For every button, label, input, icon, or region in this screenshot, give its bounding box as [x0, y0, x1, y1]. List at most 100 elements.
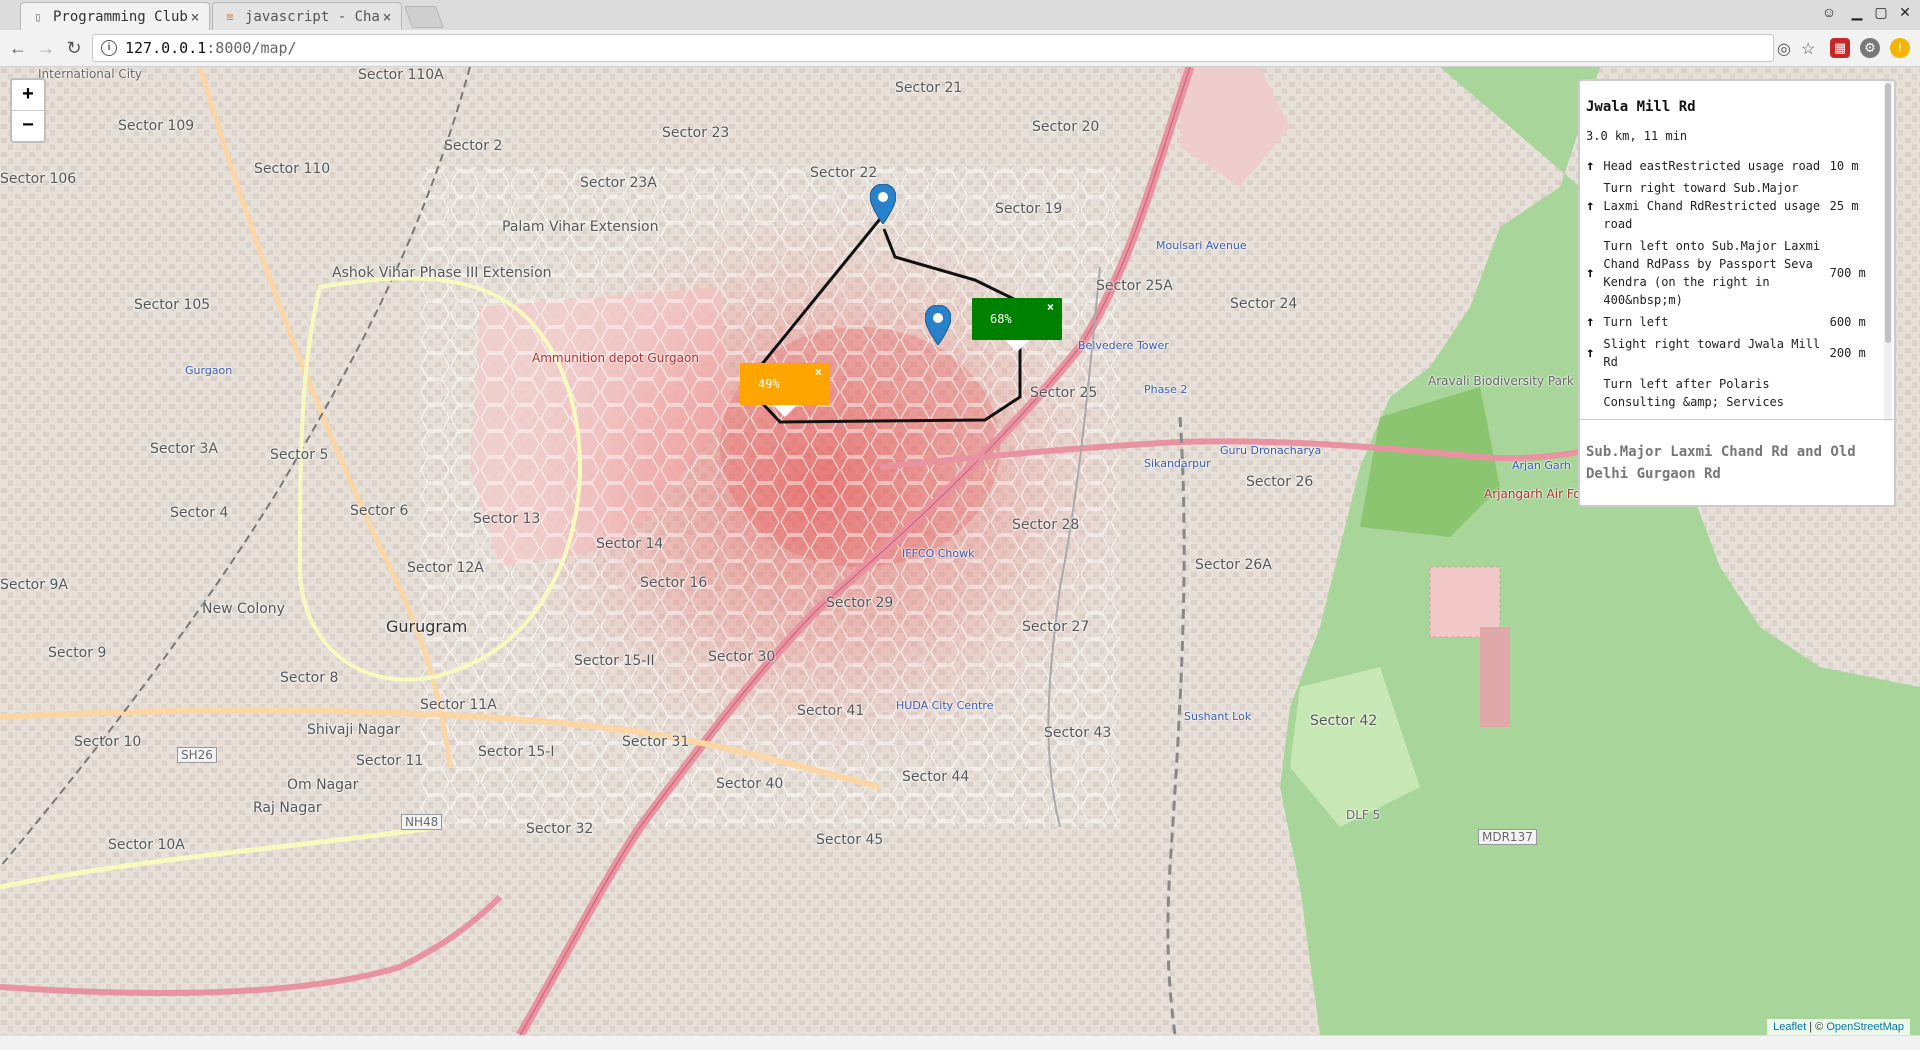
alternative-route[interactable]: Sub.Major Laxmi Chand Rd and Old Delhi G… [1586, 441, 1876, 485]
place-label: Sector 21 [895, 80, 963, 96]
percentage-value: 49% [758, 377, 780, 391]
bookmark-star-icon[interactable]: ☆ [1801, 39, 1815, 59]
leaflet-link[interactable]: Leaflet [1773, 1021, 1806, 1033]
status-bar [0, 1035, 1920, 1050]
place-label: Sector 4 [170, 505, 229, 521]
percentage-popup[interactable]: 49% × [740, 363, 830, 405]
osm-link[interactable]: OpenStreetMap [1826, 1021, 1904, 1033]
place-label: Sector 40 [716, 776, 784, 792]
place-label: Sector 19 [995, 201, 1063, 217]
zoom-control: + − [10, 78, 46, 143]
route-scrollbar[interactable] [1884, 81, 1892, 421]
percentage-popup[interactable]: 68% × [972, 298, 1062, 340]
place-label: Sector 26A [1195, 557, 1272, 573]
place-label: Sector 13 [473, 511, 541, 527]
place-label: HUDA City Centre [896, 699, 994, 712]
route-step[interactable]: ↑ Slight right toward Jwala Mill Rd 200 m [1586, 335, 1876, 371]
place-label: Belvedere Tower [1078, 339, 1169, 352]
map-pin-icon[interactable] [870, 184, 896, 224]
stackoverflow-icon: ≡ [226, 10, 234, 24]
place-label: Sector 27 [1022, 619, 1090, 635]
place-label: Sector 14 [596, 536, 664, 552]
route-title: Jwala Mill Rd [1586, 99, 1696, 115]
place-label: Sector 3A [150, 441, 218, 457]
place-label: Arjan Garh [1512, 459, 1571, 472]
place-label: DLF 5 [1346, 808, 1381, 822]
window-close-icon[interactable]: ✕ [1894, 4, 1916, 21]
route-step[interactable]: ↑ Turn left 600 m [1586, 313, 1876, 331]
warning-icon[interactable]: ! [1890, 38, 1910, 58]
info-icon[interactable]: i [101, 40, 117, 56]
place-label: Sector 29 [826, 595, 894, 611]
place-label: Sector 43 [1044, 725, 1112, 741]
place-label: Phase 2 [1144, 383, 1188, 396]
reload-icon[interactable]: ↻ [62, 36, 86, 60]
maximize-icon[interactable]: ▢ [1870, 4, 1892, 21]
forward-arrow-icon[interactable]: → [34, 36, 58, 60]
place-label: Sector 11A [420, 697, 497, 713]
place-label: Sector 10A [108, 837, 185, 853]
back-arrow-icon[interactable]: ← [6, 36, 30, 60]
address-bar[interactable]: i 127.0.0.1:8000/map/ ◎ ☆ [92, 34, 1815, 62]
place-label: Gurugram [386, 617, 468, 636]
extension-icon[interactable]: ▦ [1830, 38, 1850, 58]
place-label: Sector 42 [1310, 713, 1378, 729]
map-canvas[interactable]: International City Sector 110A Sector 21… [0, 67, 1920, 1035]
minimize-icon[interactable]: ▁ [1846, 4, 1868, 21]
close-icon[interactable]: × [1047, 300, 1054, 314]
route-step[interactable]: ↑ Turn right toward Sub.Major Laxmi Chand… [1586, 179, 1876, 233]
place-label: Sector 45 [816, 832, 884, 848]
tab-javascript[interactable]: ≡ javascript - Char × [212, 2, 402, 31]
route-step[interactable]: ↑ Head eastRestricted usage road 10 m [1586, 157, 1876, 175]
place-label: Gurgaon [185, 364, 233, 377]
tab-bar: ▯ Programming Club × ≡ javascript - Char… [0, 0, 1920, 31]
straight-arrow-icon: ↑ [1586, 198, 1595, 214]
close-icon[interactable]: × [187, 8, 203, 26]
location-icon[interactable]: ◎ [1777, 39, 1791, 59]
route-step[interactable]: ↑ Turn left onto Sub.Major Laxmi Chand Rd… [1586, 237, 1876, 309]
place-label: Sector 25A [1096, 278, 1173, 294]
place-label: Palam Vihar Extension [502, 219, 659, 235]
route-steps: ↑ Head eastRestricted usage road 10 m ↑ Tur… [1586, 157, 1876, 415]
straight-arrow-icon: ↑ [1586, 314, 1595, 330]
map-pin-icon[interactable] [925, 305, 951, 345]
place-label: Sector 110A [358, 67, 444, 83]
place-label: Sector 9 [48, 645, 107, 661]
browser-toolbar: ← → ↻ i 127.0.0.1:8000/map/ ◎ ☆ ▦ ⚙ ! [0, 30, 1920, 67]
place-label: Sector 109 [118, 118, 195, 134]
profile-icon[interactable]: ☺ [1818, 4, 1840, 20]
place-label: Sector 10 [74, 734, 142, 750]
place-label: Sector 2 [444, 138, 503, 154]
route-step[interactable]: Turn left after Polaris Consulting &amp;… [1586, 375, 1876, 411]
place-label: Sector 28 [1012, 517, 1080, 533]
place-label: IFFCO Chowk [902, 547, 975, 560]
zoom-out-button[interactable]: − [12, 111, 44, 141]
place-label: Sector 20 [1032, 119, 1100, 135]
road-shield: MDR137 [1478, 829, 1537, 845]
new-tab-button[interactable] [403, 6, 445, 28]
browser-window: ▯ Programming Club × ≡ javascript - Char… [0, 0, 1920, 1050]
popup-tip [1005, 340, 1029, 352]
tab-title: Programming Club [53, 9, 187, 25]
place-label: Sector 110 [254, 161, 331, 177]
place-label: Sector 5 [270, 447, 329, 463]
place-label: Sector 11 [356, 753, 424, 769]
settings-gear-icon[interactable]: ⚙ [1860, 38, 1880, 58]
place-label: Guru Dronacharya [1220, 444, 1322, 457]
zoom-in-button[interactable]: + [12, 80, 44, 111]
place-label: Sector 105 [134, 297, 211, 313]
popup-tip [773, 405, 797, 417]
close-icon[interactable]: × [379, 8, 395, 26]
straight-arrow-icon: ↑ [1586, 158, 1595, 174]
place-label: Sector 41 [797, 703, 865, 719]
scrollbar-thumb[interactable] [1885, 83, 1891, 343]
place-label: Sushant Lok [1184, 710, 1252, 723]
place-label: Sector 106 [0, 171, 77, 187]
percentage-value: 68% [990, 312, 1012, 326]
place-label: Sector 12A [407, 560, 484, 576]
close-icon[interactable]: × [815, 365, 822, 379]
map-attribution: Leaflet | © OpenStreetMap [1767, 1019, 1910, 1035]
tab-programming-club[interactable]: ▯ Programming Club × [20, 2, 210, 31]
place-label: Ashok Vihar Phase III Extension [332, 265, 552, 281]
document-icon: ▯ [34, 10, 42, 24]
